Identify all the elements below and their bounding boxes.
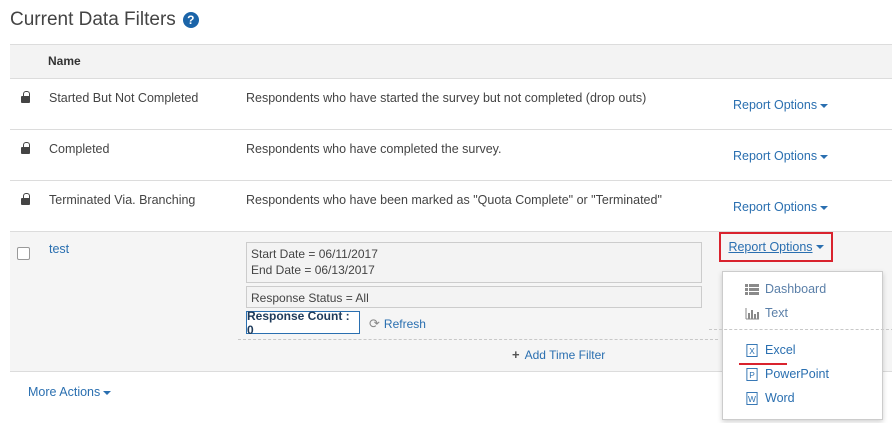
bar-chart-icon — [745, 307, 759, 319]
table-row: Completed Respondents who have completed… — [10, 130, 892, 181]
lock-icon — [21, 193, 30, 205]
refresh-button[interactable]: ⟳ Refresh — [369, 316, 426, 332]
filter-name: Terminated Via. Branching — [49, 193, 196, 207]
svg-text:W: W — [748, 394, 756, 404]
plus-icon: + — [512, 347, 520, 362]
response-status-box: Response Status = All — [246, 286, 702, 308]
table-icon — [745, 283, 759, 295]
svg-text:X: X — [749, 346, 755, 356]
table-row: Started But Not Completed Respondents wh… — [10, 79, 892, 130]
report-options-button[interactable]: Report Options — [733, 98, 829, 112]
filter-description: Respondents who have been marked as "Quo… — [246, 193, 662, 207]
filter-description: Respondents who have completed the surve… — [246, 142, 502, 156]
question-circle-icon[interactable]: ? — [182, 12, 199, 28]
dropdown-item-excel[interactable]: X Excel — [745, 343, 796, 357]
add-time-filter-label: Add Time Filter — [524, 347, 606, 362]
word-file-icon: W — [746, 391, 758, 405]
response-status-text: Response Status = All — [251, 291, 369, 305]
powerpoint-file-icon: P — [746, 367, 758, 381]
dropdown-item-word[interactable]: W Word — [745, 391, 795, 405]
lock-icon — [21, 91, 30, 103]
page-title: Current Data Filters — [10, 9, 176, 30]
report-options-button[interactable]: Report Options — [733, 149, 829, 163]
response-count-badge: Response Count : 0 — [246, 309, 360, 337]
add-time-filter-button[interactable]: + Add Time Filter — [512, 347, 605, 362]
filter-name: Started But Not Completed — [49, 91, 199, 105]
lock-icon — [21, 142, 30, 154]
table-row: Terminated Via. Branching Respondents wh… — [10, 181, 892, 232]
dropdown-item-text[interactable]: Text — [745, 306, 788, 320]
date-criteria-box: Start Date = 06/11/2017 End Date = 06/13… — [246, 242, 702, 283]
dropdown-item-dashboard[interactable]: Dashboard — [745, 282, 826, 296]
excel-file-icon: X — [746, 343, 758, 357]
refresh-label: Refresh — [383, 317, 426, 331]
report-options-dropdown: Dashboard Text X Excel P PowerPoint W Wo… — [709, 271, 892, 420]
dropdown-item-powerpoint[interactable]: P PowerPoint — [745, 367, 829, 381]
svg-text:P: P — [749, 370, 755, 380]
row-checkbox[interactable] — [17, 247, 30, 260]
page-header: Current Data Filters ? — [10, 8, 199, 32]
dropdown-divider — [709, 329, 892, 330]
caret-down-icon — [820, 154, 829, 159]
report-options-button-active[interactable]: Report Options — [719, 232, 833, 262]
caret-down-icon — [820, 103, 829, 108]
excel-highlight-underline — [739, 363, 787, 365]
caret-down-icon — [103, 390, 112, 395]
end-date-text: End Date = 06/13/2017 — [251, 263, 375, 277]
column-header-name: Name — [48, 54, 81, 68]
caret-down-icon — [820, 205, 829, 210]
start-date-text: Start Date = 06/11/2017 — [251, 247, 378, 261]
divider — [238, 339, 718, 340]
report-options-button[interactable]: Report Options — [733, 200, 829, 214]
filter-description: Respondents who have started the survey … — [246, 91, 647, 105]
caret-down-icon — [815, 245, 824, 249]
more-actions-button[interactable]: More Actions — [28, 385, 112, 399]
custom-filter-name-link[interactable]: test — [49, 242, 69, 256]
filter-name: Completed — [49, 142, 110, 156]
refresh-icon: ⟳ — [369, 316, 380, 331]
table-header: Name — [10, 44, 892, 79]
